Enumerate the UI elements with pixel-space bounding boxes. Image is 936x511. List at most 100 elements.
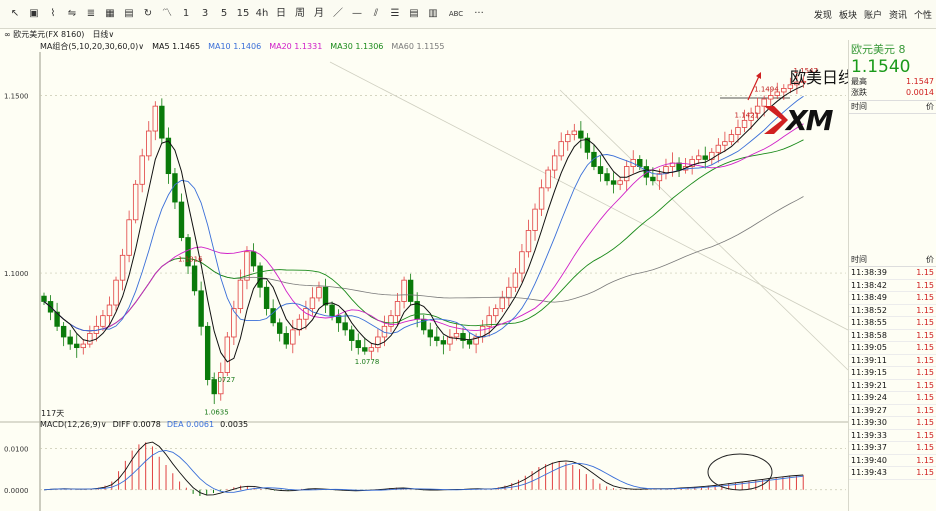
tick-time: 11:39:40 — [851, 455, 887, 465]
parallel-tool-icon[interactable]: ⫽ — [369, 7, 383, 21]
period-button-0[interactable]: 1 — [179, 7, 193, 21]
candle-body — [506, 286, 512, 299]
price-chart[interactable]: 1.1500 1.1000 0.0100 0.0000 1.1494 1.0778 1.06… — [0, 40, 848, 511]
menu-item-1[interactable]: 板块 — [839, 8, 857, 21]
candle-body — [519, 251, 525, 274]
candle-body — [263, 286, 270, 309]
menu-item-2[interactable]: 账户 — [864, 8, 882, 21]
bars-tool-icon[interactable]: ▥ — [426, 7, 440, 21]
period-button-3[interactable]: 15 — [236, 7, 250, 21]
menu-item-0[interactable]: 发现 — [814, 8, 832, 21]
tick-price: 1.15 — [916, 393, 934, 402]
tick-row: 11:38:55 1.15 — [849, 317, 936, 330]
tick-time: 11:38:52 — [851, 305, 887, 315]
tick-price: 1.15 — [916, 443, 934, 452]
candle-body — [355, 340, 361, 349]
candle-body — [106, 304, 113, 317]
tick-price: 1.15 — [916, 418, 934, 427]
refresh-icon[interactable]: ↻ — [141, 7, 155, 21]
y-tick-label: 1.1000 — [4, 270, 29, 278]
zigzag-icon[interactable]: 〽 — [160, 7, 174, 21]
menu-item-3[interactable]: 资讯 — [889, 8, 907, 21]
period-selector[interactable]: 日线∨ — [92, 29, 114, 40]
tick-time: 11:39:11 — [851, 355, 887, 365]
channel-tool-icon[interactable]: ▤ — [407, 7, 421, 21]
candle-body — [237, 279, 244, 309]
more-icon[interactable]: ··· — [472, 7, 486, 21]
candle-body — [591, 151, 597, 167]
tick-time: 11:39:05 — [851, 343, 887, 352]
candle-body — [538, 187, 545, 210]
period-button-4[interactable]: 4h — [255, 7, 269, 21]
candle-body — [368, 347, 375, 352]
period-button-7[interactable]: 月 — [312, 7, 326, 21]
quote-row: 涨跌 0.0014 — [849, 87, 936, 98]
candle-body — [623, 166, 630, 182]
tick-time: 11:39:30 — [851, 418, 887, 427]
candle-body — [309, 297, 316, 309]
tick-row: 11:39:15 1.15 — [849, 367, 936, 380]
candle-body — [466, 340, 473, 345]
candle-body — [290, 329, 296, 345]
line-chart-icon[interactable]: ⌇ — [46, 7, 60, 21]
candle-body — [610, 180, 617, 185]
compare-icon[interactable]: ⇋ — [65, 7, 79, 21]
candle-body — [722, 141, 728, 146]
tick-price: 1.15 — [916, 368, 934, 377]
text-tool-icon[interactable]: ABC — [445, 7, 467, 21]
period-button-6[interactable]: 周 — [293, 7, 307, 21]
candle-body — [676, 162, 682, 171]
save-icon[interactable]: ▤ — [122, 7, 136, 21]
period-button-1[interactable]: 3 — [198, 7, 212, 21]
tick-time: 11:38:49 — [851, 293, 887, 302]
arrow-icon[interactable]: ↖ — [8, 7, 22, 21]
tick-row: 11:39:43 1.15 — [849, 467, 936, 480]
stack-icon[interactable]: ≣ — [84, 7, 98, 21]
candle-body — [637, 159, 643, 167]
candle-body — [159, 105, 165, 139]
candle-body — [276, 322, 283, 334]
tick-price: 1.15 — [916, 405, 934, 415]
box-icon[interactable]: ▣ — [27, 7, 41, 21]
candle-body — [41, 295, 47, 302]
candle-body — [702, 155, 708, 160]
price-annotation: 1.0727 — [211, 376, 236, 384]
candle-body — [558, 141, 564, 157]
candle-body — [250, 251, 257, 267]
candle-body — [87, 333, 93, 345]
tick-price: 1.15 — [916, 318, 934, 327]
candle-body — [132, 183, 139, 221]
days-label: 117天 — [41, 409, 65, 418]
toolbar-right-menu: 发现 板块 账户 资讯 个性 — [814, 0, 932, 28]
fib-tool-icon[interactable]: ☰ — [388, 7, 402, 21]
period-button-5[interactable]: 日 — [274, 7, 288, 21]
ma60-line — [43, 196, 804, 332]
price-annotation: 1.1421 — [735, 112, 760, 120]
candle-body — [100, 315, 106, 327]
candle-body — [394, 301, 401, 317]
menu-item-4[interactable]: 个性 — [914, 8, 932, 21]
tick-time: 11:39:24 — [851, 393, 887, 402]
macd-diff-line — [43, 441, 804, 496]
candle-body — [80, 343, 86, 349]
tick-row: 11:39:40 1.15 — [849, 455, 936, 467]
macd-legend-title[interactable]: MACD(12,26,9)∨ — [40, 420, 107, 429]
highlight-ellipse — [707, 453, 773, 491]
tick-row: 11:39:24 1.15 — [849, 392, 936, 405]
tick-row: 11:38:58 1.15 — [849, 330, 936, 342]
line-tool-icon[interactable]: ／ — [331, 7, 345, 21]
quote-row: 最高 1.1547 — [849, 76, 936, 87]
quote-price: 1.1540 — [851, 57, 911, 77]
symbol-selector[interactable]: ∞ 欧元美元(FX 8160) — [4, 29, 84, 40]
candle-body — [617, 180, 623, 185]
candle-body — [283, 333, 289, 345]
candle-body — [512, 272, 519, 288]
candle-body — [401, 279, 407, 302]
quote-panel: 欧元美元 8 1.1540 最高 1.1547 涨跌 0.0014 时间 价 时间 价… — [848, 40, 936, 511]
candle-body — [329, 304, 335, 317]
grid-icon[interactable]: ▦ — [103, 7, 117, 21]
tick-list: 时间 价 11:38:39 1.15 11:38:42 1.15 11:38:49 1.1… — [849, 254, 936, 480]
period-button-2[interactable]: 5 — [217, 7, 231, 21]
hline-tool-icon[interactable]: — — [350, 7, 364, 21]
candle-body — [146, 130, 152, 157]
